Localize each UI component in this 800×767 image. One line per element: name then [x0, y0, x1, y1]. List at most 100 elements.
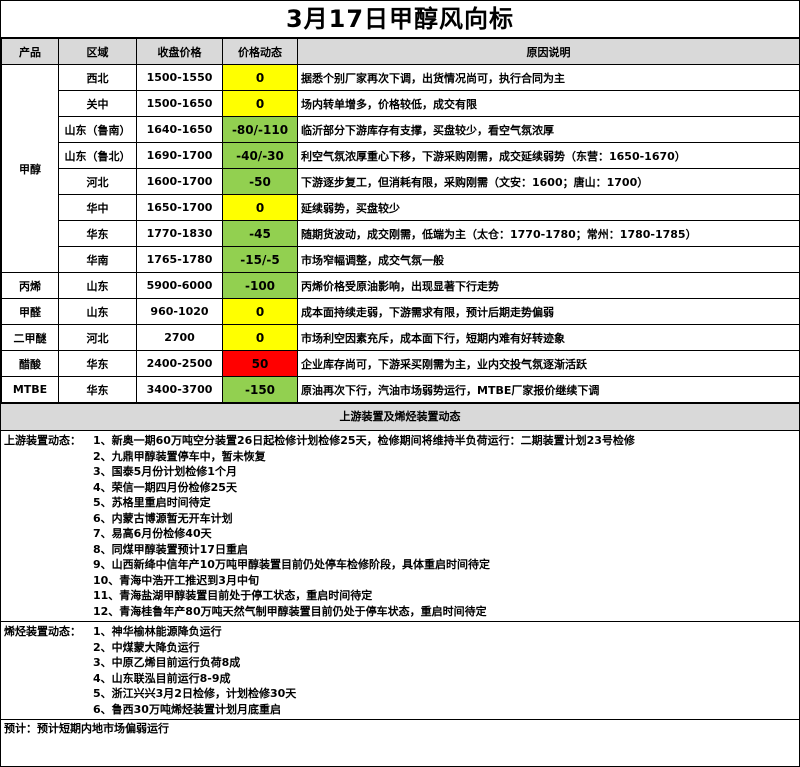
- list-item: 5、苏格里重启时间待定: [93, 496, 211, 509]
- change-cell: 50: [222, 350, 298, 377]
- region-cell: 关中: [58, 90, 137, 117]
- reason-cell: 临沂部分下游库存有支撑，买盘较少，看空气氛浓厚: [297, 116, 800, 143]
- olefin-label: 烯烃装置动态：: [4, 625, 81, 638]
- change-cell: -45: [222, 220, 298, 247]
- price-cell: 1500-1650: [136, 90, 223, 117]
- region-cell: 山东（鲁北）: [58, 142, 137, 169]
- region-cell: 华中: [58, 194, 137, 221]
- list-item: 6、内蒙古博源暂无开车计划: [93, 511, 233, 525]
- list-item: 3、中原乙烯目前运行负荷8成: [93, 656, 241, 669]
- list-item: 2、九鼎甲醇装置停车中，暂未恢复: [93, 449, 266, 463]
- price-cell: 3400-3700: [136, 376, 223, 403]
- reason-cell: 成本面持续走弱，下游需求有限，预计后期走势偏弱: [297, 298, 800, 325]
- region-cell: 华南: [58, 246, 137, 273]
- change-cell: -50: [222, 168, 298, 195]
- list-item: 6、鲁西30万吨烯烃装置计划月底重启: [93, 702, 281, 716]
- upstream-section-header: 上游装置及烯烃装置动态: [1, 403, 799, 431]
- change-cell: -150: [222, 376, 298, 403]
- change-cell: -15/-5: [222, 246, 298, 273]
- product-cell: 甲醇: [1, 64, 59, 273]
- reason-cell: 企业库存尚可，下游采买刚需为主，业内交投气氛逐渐活跃: [297, 350, 800, 377]
- reason-cell: 市场利空因素充斥，成本面下行，短期内难有好转迹象: [297, 324, 800, 351]
- price-cell: 1690-1700: [136, 142, 223, 169]
- list-item: 烯烃装置动态： 1、神华榆林能源降负运行: [4, 625, 222, 638]
- reason-cell: 场内转单增多，价格较低，成交有限: [297, 90, 800, 117]
- list-item: 4、荣信一期四月份检修25天: [93, 480, 237, 494]
- change-cell: 0: [222, 64, 298, 91]
- region-cell: 华东: [58, 220, 137, 247]
- list-item: 12、青海桂鲁年产80万吨天然气制甲醇装置目前仍处于停车状态，重启时间待定: [93, 604, 487, 618]
- upstream-notes: 上游装置动态： 1、新奥一期60万吨空分装置26日起检修计划检修25天，检修期间将…: [1, 431, 799, 622]
- header-product: 产品: [1, 38, 59, 65]
- olefin-notes: 烯烃装置动态： 1、神华榆林能源降负运行 2、中煤蒙大降负运行 3、中原乙烯目前运…: [1, 622, 799, 720]
- table-row: 山东（鲁北） 1690-1700 -40/-30 利空气氛浓厚重心下移，下游采购…: [2, 142, 800, 169]
- table-row: MTBE 华东 3400-3700 -150 原油再次下行，汽油市场弱势运行，M…: [1, 376, 800, 403]
- price-cell: 1765-1780: [136, 246, 223, 273]
- reason-cell: 利空气氛浓厚重心下移，下游采购刚需，成交延续弱势（东营：1650-1670）: [297, 142, 800, 169]
- table-row: 华东 1770-1830 -45 随期货波动，成交刚需，低端为主（太仓：1770…: [2, 220, 800, 247]
- price-cell: 2400-2500: [136, 350, 223, 377]
- product-cell: 醋酸: [1, 350, 59, 377]
- table-row: 华南 1765-1780 -15/-5 市场窄幅调整，成交气氛一般: [2, 246, 800, 273]
- region-cell: 西北: [58, 64, 137, 91]
- list-item: 4、山东联泓目前运行8-9成: [93, 671, 231, 685]
- price-cell: 1500-1550: [136, 64, 223, 91]
- table-row: 丙烯 山东 5900-6000 -100 丙烯价格受原油影响，出现显著下行走势: [1, 272, 800, 299]
- region-cell: 华东: [58, 376, 137, 403]
- change-cell: -100: [222, 272, 298, 299]
- list-item: 11、青海盐湖甲醇装置目前处于停工状态，重启时间待定: [93, 589, 373, 602]
- table-row: 二甲醚 河北 2700 0 市场利空因素充斥，成本面下行，短期内难有好转迹象: [1, 324, 800, 351]
- product-cell: MTBE: [1, 376, 59, 403]
- region-cell: 河北: [58, 168, 137, 195]
- list-item: 8、同煤甲醇装置预计17日重启: [93, 542, 248, 556]
- change-cell: -80/-110: [222, 116, 298, 143]
- header-price-change: 价格动态: [222, 38, 298, 65]
- list-item: 7、易高6月份检修40天: [93, 527, 212, 540]
- reason-cell: 延续弱势，买盘较少: [297, 194, 800, 221]
- product-cell: 丙烯: [1, 272, 59, 299]
- report-sheet: 3月17日甲醇风向标 产品 区域 收盘价格 价格动态 原因说明 甲醇 西北 15…: [0, 0, 800, 767]
- reason-cell: 市场窄幅调整，成交气氛一般: [297, 246, 800, 273]
- product-cell: 二甲醚: [1, 324, 59, 351]
- list-item: 10、青海中浩开工推迟到3月中旬: [93, 573, 259, 587]
- reason-cell: 下游逐步复工，但消耗有限，采购刚需（文安：1600；唐山：1700）: [297, 168, 800, 195]
- reason-cell: 丙烯价格受原油影响，出现显著下行走势: [297, 272, 800, 299]
- reason-cell: 随期货波动，成交刚需，低端为主（太仓：1770-1780；常州：1780-178…: [297, 220, 800, 247]
- price-cell: 1770-1830: [136, 220, 223, 247]
- change-cell: -40/-30: [222, 142, 298, 169]
- change-cell: 0: [222, 324, 298, 351]
- reason-cell: 据悉个别厂家再次下调，出货情况尚可，执行合同为主: [297, 64, 800, 91]
- table-row: 华中 1650-1700 0 延续弱势，买盘较少: [2, 194, 800, 221]
- change-cell: 0: [222, 298, 298, 325]
- price-cell: 1650-1700: [136, 194, 223, 221]
- change-cell: 0: [222, 194, 298, 221]
- price-cell: 960-1020: [136, 298, 223, 325]
- product-cell: 甲醛: [1, 298, 59, 325]
- table-row: 山东（鲁南） 1640-1650 -80/-110 临沂部分下游库存有支撑，买盘…: [2, 116, 800, 143]
- price-cell: 2700: [136, 324, 223, 351]
- region-cell: 山东（鲁南）: [58, 116, 137, 143]
- region-cell: 河北: [58, 324, 137, 351]
- table-row: 关中 1500-1650 0 场内转单增多，价格较低，成交有限: [2, 90, 800, 117]
- region-cell: 山东: [58, 298, 137, 325]
- reason-cell: 原油再次下行，汽油市场弱势运行，MTBE厂家报价继续下调: [297, 376, 800, 403]
- table-row: 甲醛 山东 960-1020 0 成本面持续走弱，下游需求有限，预计后期走势偏弱: [1, 298, 800, 325]
- table-row: 河北 1600-1700 -50 下游逐步复工，但消耗有限，采购刚需（文安：16…: [2, 168, 800, 195]
- header-reason: 原因说明: [297, 38, 800, 65]
- header-close-price: 收盘价格: [136, 38, 223, 65]
- header-region: 区域: [58, 38, 137, 65]
- list-item: 2、中煤蒙大降负运行: [93, 640, 200, 654]
- forecast-line: 预计：预计短期内地市场偏弱运行: [4, 722, 169, 735]
- list-item: 5、浙江兴兴3月2日检修，计划检修30天: [93, 687, 297, 700]
- list-item: 3、国泰5月份计划检修1个月: [93, 465, 237, 478]
- price-table: 产品 区域 收盘价格 价格动态 原因说明 甲醇 西北 1500-1550 0 据…: [1, 38, 800, 403]
- table-row: 醋酸 华东 2400-2500 50 企业库存尚可，下游采买刚需为主，业内交投气…: [1, 350, 800, 377]
- region-cell: 山东: [58, 272, 137, 299]
- price-cell: 1600-1700: [136, 168, 223, 195]
- table-row: 甲醇 西北 1500-1550 0 据悉个别厂家再次下调，出货情况尚可，执行合同…: [1, 64, 800, 273]
- region-cell: 华东: [58, 350, 137, 377]
- table-header-row: 产品 区域 收盘价格 价格动态 原因说明: [1, 38, 800, 65]
- list-item: 9、山西新绛中信年产10万吨甲醇装置目前仍处停车检修阶段，具体重启时间待定: [93, 558, 490, 571]
- price-cell: 1640-1650: [136, 116, 223, 143]
- upstream-label: 上游装置动态：: [4, 434, 81, 447]
